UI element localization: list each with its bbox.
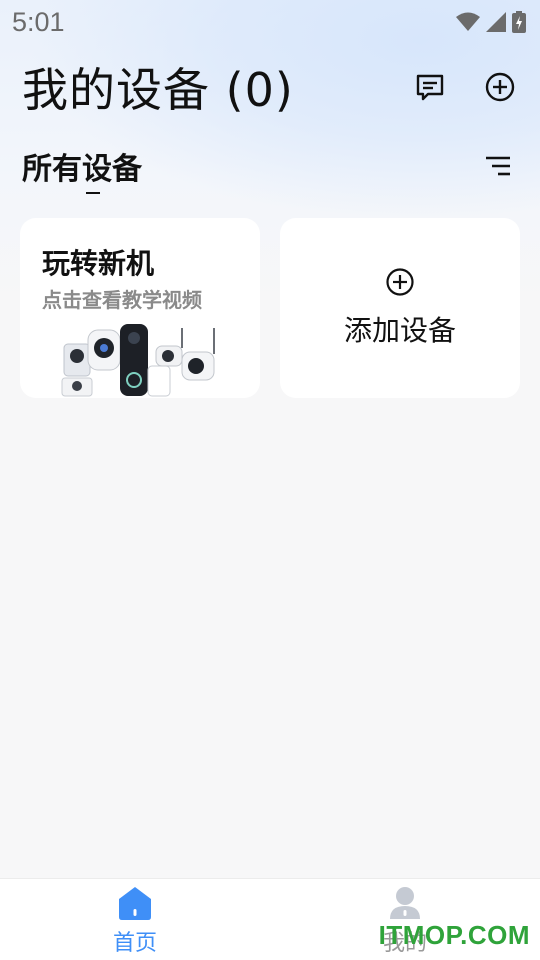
watermark: ITMOP.COM bbox=[378, 920, 530, 950]
status-time: 5:01 bbox=[12, 6, 65, 37]
status-bar: 5:01 bbox=[0, 0, 540, 44]
section-header: 所有设备 bbox=[22, 140, 518, 194]
status-icons bbox=[456, 11, 526, 33]
home-icon bbox=[119, 887, 151, 920]
message-button[interactable] bbox=[410, 67, 450, 107]
add-device-content: 添加设备 bbox=[280, 218, 520, 398]
tutorial-subtitle: 点击查看教学视频 bbox=[42, 288, 202, 312]
section-title-text: 所有设备 bbox=[22, 152, 142, 187]
sort-lines-icon bbox=[486, 156, 510, 176]
add-device-card[interactable]: 添加设备 bbox=[280, 218, 520, 398]
add-circle-icon bbox=[386, 268, 414, 296]
tutorial-title: 玩转新机 bbox=[42, 247, 155, 280]
sort-button[interactable] bbox=[478, 146, 518, 186]
section-underline bbox=[86, 192, 100, 194]
add-device-label: 添加设备 bbox=[343, 314, 456, 347]
page-title: 我的设备 (0) bbox=[22, 63, 294, 117]
battery-icon bbox=[512, 11, 526, 33]
message-icon bbox=[416, 74, 444, 101]
page-header: 我的设备 (0) bbox=[22, 52, 520, 122]
device-cards: 玩转新机 点击查看教学视频 添加设备 bbox=[20, 218, 520, 400]
tab-home[interactable]: 首页 bbox=[0, 879, 270, 960]
header-actions bbox=[410, 67, 520, 107]
user-icon bbox=[390, 887, 420, 919]
devices-image bbox=[61, 324, 215, 397]
signal-icon bbox=[486, 12, 506, 32]
tutorial-card[interactable]: 玩转新机 点击查看教学视频 bbox=[20, 218, 260, 398]
section-title[interactable]: 所有设备 bbox=[22, 144, 142, 194]
tab-home-label: 首页 bbox=[112, 931, 157, 956]
wifi-icon bbox=[456, 12, 480, 31]
add-device-header-button[interactable] bbox=[480, 67, 520, 107]
add-circle-icon bbox=[485, 72, 515, 102]
